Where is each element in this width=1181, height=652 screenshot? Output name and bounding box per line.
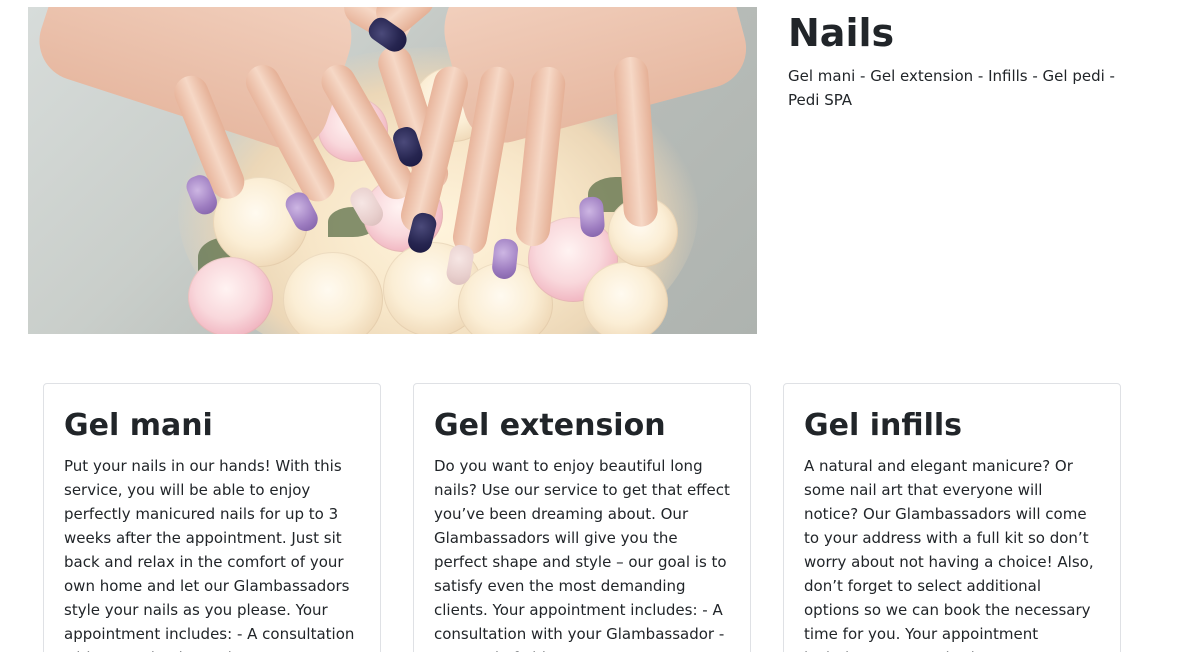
- card-description: Do you want to enjoy beautiful long nail…: [434, 457, 730, 652]
- card-title: Gel extension: [434, 408, 666, 443]
- hero-image: [28, 7, 757, 334]
- rose-shape: [583, 262, 668, 334]
- service-card-gel-infills[interactable]: Gel infills A natural and elegant manicu…: [783, 383, 1121, 652]
- nail-glitter: [578, 196, 606, 238]
- services-subtitle: Gel mani - Gel extension - Infills - Gel…: [788, 67, 1115, 109]
- page-title: Nails: [788, 11, 895, 55]
- card-description: A natural and elegant manicure? Or some …: [804, 457, 1094, 652]
- card-description: Put your nails in our hands! With this s…: [64, 457, 355, 652]
- page: Nails Gel mani - Gel extension - Infills…: [0, 0, 1181, 652]
- card-title: Gel mani: [64, 408, 213, 443]
- service-card-gel-extension[interactable]: Gel extension Do you want to enjoy beaut…: [413, 383, 751, 652]
- rose-shape: [188, 257, 273, 334]
- service-card-gel-mani[interactable]: Gel mani Put your nails in our hands! Wi…: [43, 383, 381, 652]
- card-title: Gel infills: [804, 408, 962, 443]
